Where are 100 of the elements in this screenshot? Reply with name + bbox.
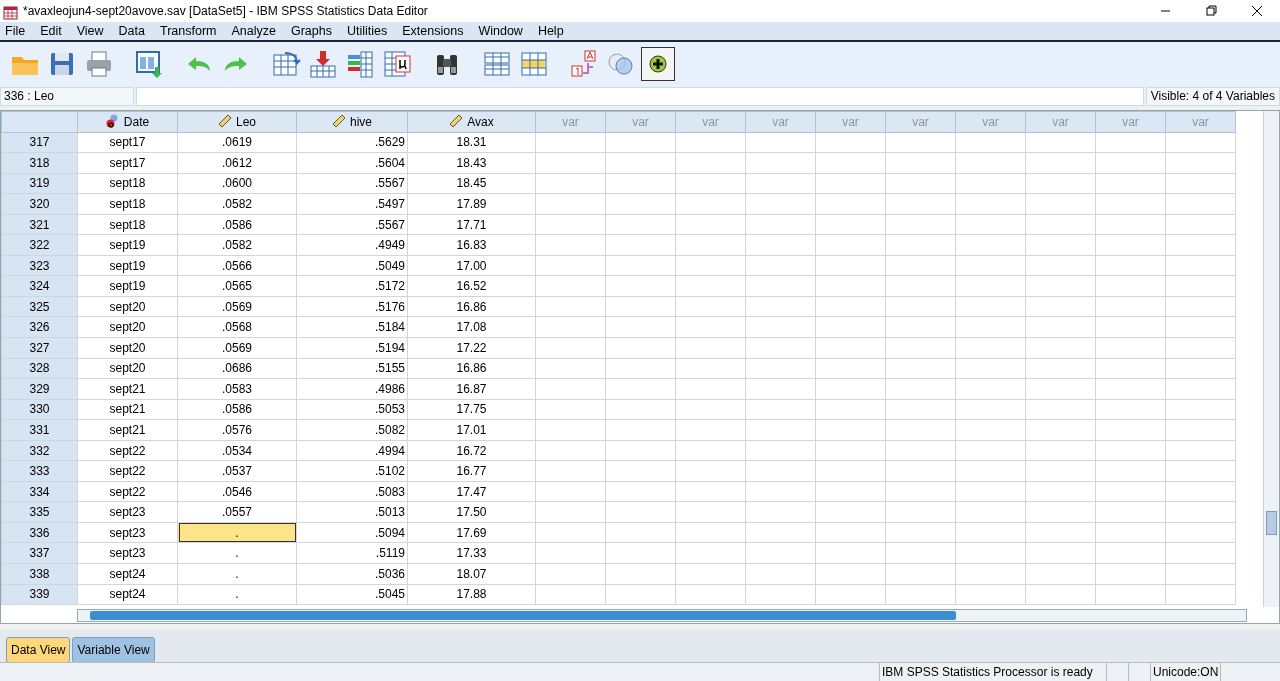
table-cell[interactable]: 17.75: [407, 399, 536, 420]
table-cell[interactable]: sept22: [77, 440, 178, 461]
table-cell[interactable]: sept20: [77, 358, 178, 379]
table-cell[interactable]: 16.83: [407, 234, 536, 256]
row-number[interactable]: 324: [1, 275, 78, 297]
table-cell[interactable]: .0566: [177, 255, 297, 276]
table-cell[interactable]: .: [177, 563, 297, 585]
table-cell[interactable]: sept18: [77, 173, 178, 194]
table-cell[interactable]: .5102: [296, 460, 408, 482]
table-cell[interactable]: .5194: [296, 337, 408, 359]
menu-item[interactable]: Window: [473, 21, 533, 41]
table-cell[interactable]: sept21: [77, 399, 178, 420]
table-cell[interactable]: sept24: [77, 563, 178, 585]
table-cell[interactable]: sept19: [77, 255, 178, 276]
menu-item[interactable]: Graphs: [285, 21, 342, 41]
table-cell[interactable]: .0619: [177, 132, 297, 153]
table-cell[interactable]: .0612: [177, 152, 297, 174]
table-cell[interactable]: .4994: [296, 440, 408, 461]
table-cell[interactable]: .5036: [296, 563, 408, 585]
table-cell[interactable]: 17.08: [407, 316, 536, 338]
table-cell[interactable]: .4949: [296, 234, 408, 256]
table-cell[interactable]: 16.87: [407, 378, 536, 400]
table-cell[interactable]: 17.89: [407, 193, 536, 215]
menu-item[interactable]: Utilities: [341, 21, 398, 41]
table-cell[interactable]: 17.22: [407, 337, 536, 359]
table-cell[interactable]: .0582: [177, 234, 297, 256]
table-cell[interactable]: sept20: [77, 337, 178, 359]
column-header[interactable]: Avax: [467, 114, 494, 129]
table-cell[interactable]: .0565: [177, 275, 297, 297]
column-header[interactable]: hive: [350, 114, 372, 129]
table-cell[interactable]: .5049: [296, 255, 408, 276]
row-number[interactable]: 327: [1, 337, 78, 359]
table-cell[interactable]: .5497: [296, 193, 408, 215]
table-cell[interactable]: 17.47: [407, 481, 536, 502]
table-cell[interactable]: sept18: [77, 214, 178, 235]
table-cell[interactable]: 17.69: [407, 522, 536, 543]
row-number[interactable]: 329: [1, 378, 78, 400]
menu-item[interactable]: Extensions: [397, 21, 474, 41]
horizontal-scrollbar[interactable]: [77, 609, 1247, 622]
table-cell[interactable]: .5155: [296, 358, 408, 379]
table-cell[interactable]: .0686: [177, 358, 297, 379]
table-cell[interactable]: sept20: [77, 296, 178, 317]
table-cell[interactable]: .5013: [296, 501, 408, 523]
table-cell[interactable]: 16.86: [407, 296, 536, 317]
row-number[interactable]: 338: [1, 563, 78, 585]
table-cell[interactable]: .0537: [177, 460, 297, 482]
table-cell[interactable]: .5083: [296, 481, 408, 502]
table-cell[interactable]: .0569: [177, 337, 297, 359]
table-cell[interactable]: .0583: [177, 378, 297, 400]
row-number[interactable]: 339: [1, 584, 78, 605]
menu-item[interactable]: Help: [532, 21, 574, 41]
view-tab[interactable]: Variable View: [72, 637, 155, 663]
table-cell[interactable]: .0534: [177, 440, 297, 461]
table-cell[interactable]: 17.88: [407, 584, 536, 605]
table-cell[interactable]: .5184: [296, 316, 408, 338]
menu-item[interactable]: Data: [113, 21, 155, 41]
row-number[interactable]: 319: [1, 173, 78, 194]
menu-item[interactable]: File: [0, 21, 36, 41]
table-cell[interactable]: 16.77: [407, 460, 536, 482]
row-number[interactable]: 317: [1, 132, 78, 153]
table-cell[interactable]: 17.01: [407, 419, 536, 441]
table-cell[interactable]: .5604: [296, 152, 408, 174]
row-number[interactable]: 333: [1, 460, 78, 482]
row-number[interactable]: 325: [1, 296, 78, 317]
vertical-scrollbar[interactable]: [1263, 111, 1279, 607]
table-cell[interactable]: 16.86: [407, 358, 536, 379]
table-cell[interactable]: .5082: [296, 419, 408, 441]
table-cell[interactable]: sept22: [77, 460, 178, 482]
toolbar-button[interactable]: [641, 47, 675, 81]
table-cell[interactable]: sept22: [77, 481, 178, 502]
table-cell[interactable]: sept24: [77, 584, 178, 605]
table-cell[interactable]: 17.71: [407, 214, 536, 235]
table-cell[interactable]: 17.00: [407, 255, 536, 276]
table-cell[interactable]: sept17: [77, 132, 178, 153]
table-cell[interactable]: .: [177, 584, 297, 605]
table-cell[interactable]: .0557: [177, 501, 297, 523]
table-cell[interactable]: .5629: [296, 132, 408, 153]
row-number[interactable]: 331: [1, 419, 78, 441]
row-number[interactable]: 335: [1, 501, 78, 523]
row-number[interactable]: 337: [1, 543, 78, 564]
table-cell[interactable]: sept21: [77, 378, 178, 400]
table-cell[interactable]: sept20: [77, 316, 178, 338]
menu-item[interactable]: Edit: [35, 21, 72, 41]
menu-item[interactable]: View: [71, 21, 114, 41]
row-number[interactable]: 336: [1, 522, 78, 543]
row-number[interactable]: 320: [1, 193, 78, 215]
table-cell[interactable]: .0586: [177, 399, 297, 420]
table-cell[interactable]: sept19: [77, 275, 178, 297]
menu-item[interactable]: Analyze: [226, 21, 286, 41]
cell-editor-field[interactable]: [136, 87, 1144, 106]
table-cell[interactable]: .0586: [177, 214, 297, 235]
table-cell[interactable]: sept23: [77, 501, 178, 523]
table-cell[interactable]: .0576: [177, 419, 297, 441]
table-cell[interactable]: 16.52: [407, 275, 536, 297]
menu-item[interactable]: Transform: [155, 21, 227, 41]
table-cell[interactable]: sept21: [77, 419, 178, 441]
table-cell[interactable]: .0546: [177, 481, 297, 502]
row-number[interactable]: 326: [1, 316, 78, 338]
table-cell[interactable]: 18.07: [407, 563, 536, 585]
table-cell[interactable]: .0569: [177, 296, 297, 317]
